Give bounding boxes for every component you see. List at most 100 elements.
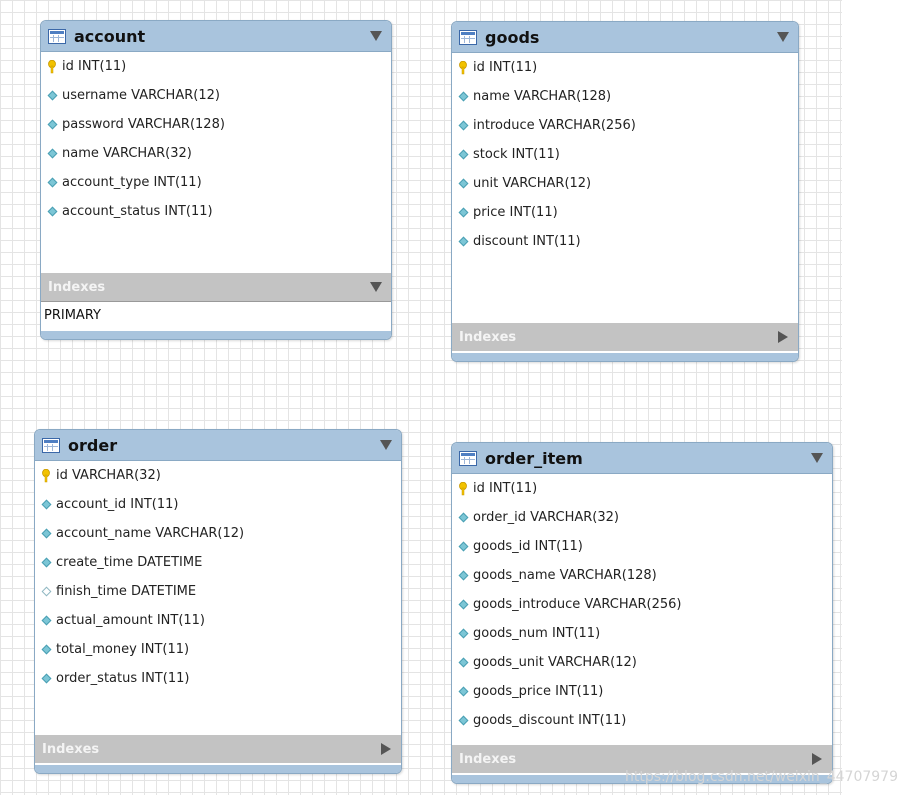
column-diamond-icon [458, 541, 468, 552]
column-diamond-icon [47, 90, 57, 101]
column-diamond-icon [458, 91, 468, 102]
column-label: account_id INT(11) [56, 497, 179, 512]
column-label: stock INT(11) [473, 147, 560, 162]
column-label: goods_price INT(11) [473, 684, 604, 699]
column-row[interactable]: stock INT(11) [452, 140, 798, 169]
table-title: goods [485, 27, 540, 47]
column-diamond-icon [47, 206, 57, 217]
column-diamond-icon [458, 120, 468, 131]
column-label: username VARCHAR(12) [62, 88, 220, 103]
column-row[interactable]: goods_discount INT(11) [452, 706, 832, 735]
column-label: introduce VARCHAR(256) [473, 118, 636, 133]
column-label: account_status INT(11) [62, 204, 213, 219]
collapse-arrow-icon[interactable] [777, 32, 789, 42]
expand-arrow-icon[interactable] [381, 743, 391, 755]
column-row[interactable]: account_name VARCHAR(12) [35, 519, 401, 548]
table-title: order_item [485, 448, 583, 468]
column-label: account_type INT(11) [62, 175, 202, 190]
column-diamond-icon [458, 207, 468, 218]
collapse-arrow-icon[interactable] [380, 440, 392, 450]
column-diamond-icon [458, 236, 468, 247]
table-order-item[interactable]: order_item id INT(11) order_id VARCHAR(32… [451, 442, 833, 784]
index-name: PRIMARY [44, 308, 101, 323]
column-row[interactable]: price INT(11) [452, 198, 798, 227]
primary-key-icon [458, 481, 468, 496]
collapse-arrow-icon[interactable] [370, 282, 382, 292]
index-item: PRIMARY [41, 301, 391, 329]
indexes-label: Indexes [459, 751, 517, 767]
column-label: goods_discount INT(11) [473, 713, 627, 728]
column-diamond-icon [41, 673, 51, 684]
column-label: goods_introduce VARCHAR(256) [473, 597, 682, 612]
table-header[interactable]: goods [452, 22, 798, 53]
column-row[interactable]: goods_introduce VARCHAR(256) [452, 590, 832, 619]
table-icon [48, 28, 66, 44]
column-label: actual_amount INT(11) [56, 613, 206, 628]
table-goods[interactable]: goods id INT(11) name VARCHAR(128) introdu… [451, 21, 799, 362]
indexes-header[interactable]: Indexes [452, 323, 798, 351]
column-row[interactable]: unit VARCHAR(12) [452, 169, 798, 198]
column-row[interactable]: total_money INT(11) [35, 635, 401, 664]
indexes-label: Indexes [42, 741, 100, 757]
column-list: id VARCHAR(32) account_id INT(11) account_… [35, 461, 401, 693]
column-row[interactable]: id INT(11) [452, 474, 832, 503]
expand-arrow-icon[interactable] [778, 331, 788, 343]
primary-key-icon [47, 59, 57, 74]
collapse-arrow-icon[interactable] [811, 453, 823, 463]
table-header[interactable]: order [35, 430, 401, 461]
column-diamond-icon [41, 644, 51, 655]
column-label: finish_time DATETIME [56, 584, 197, 599]
column-diamond-icon [458, 570, 468, 581]
column-row[interactable]: goods_unit VARCHAR(12) [452, 648, 832, 677]
column-label: name VARCHAR(32) [62, 146, 192, 161]
column-row[interactable]: order_status INT(11) [35, 664, 401, 693]
column-row[interactable]: goods_price INT(11) [452, 677, 832, 706]
column-row[interactable]: order_id VARCHAR(32) [452, 503, 832, 532]
column-row[interactable]: actual_amount INT(11) [35, 606, 401, 635]
table-title: account [74, 26, 146, 46]
column-label: price INT(11) [473, 205, 558, 220]
table-header[interactable]: order_item [452, 443, 832, 474]
column-row[interactable]: account_type INT(11) [41, 168, 391, 197]
column-diamond-icon [41, 615, 51, 626]
table-header[interactable]: account [41, 21, 391, 52]
column-row[interactable]: name VARCHAR(128) [452, 82, 798, 111]
table-title: order [68, 435, 118, 455]
canvas-margin [842, 0, 908, 795]
column-row[interactable]: account_id INT(11) [35, 490, 401, 519]
watermark: https://blog.csdn.net/weixin_44707979 [624, 769, 898, 785]
column-diamond-icon [458, 657, 468, 668]
column-label: id INT(11) [62, 59, 127, 74]
column-row[interactable]: id INT(11) [452, 53, 798, 82]
column-row[interactable]: finish_time DATETIME [35, 577, 401, 606]
column-row[interactable]: goods_num INT(11) [452, 619, 832, 648]
column-label: order_id VARCHAR(32) [473, 510, 619, 525]
column-row[interactable]: goods_name VARCHAR(128) [452, 561, 832, 590]
table-icon [459, 450, 477, 466]
column-diamond-icon [47, 119, 57, 130]
column-row[interactable]: introduce VARCHAR(256) [452, 111, 798, 140]
column-row[interactable]: discount INT(11) [452, 227, 798, 256]
column-label: goods_unit VARCHAR(12) [473, 655, 637, 670]
column-label: account_name VARCHAR(12) [56, 526, 245, 541]
column-row[interactable]: id VARCHAR(32) [35, 461, 401, 490]
column-row[interactable]: account_status INT(11) [41, 197, 391, 226]
column-label: password VARCHAR(128) [62, 117, 225, 132]
column-row[interactable]: username VARCHAR(12) [41, 81, 391, 110]
expand-arrow-icon[interactable] [812, 753, 822, 765]
column-row[interactable]: goods_id INT(11) [452, 532, 832, 561]
indexes-header[interactable]: Indexes [35, 735, 401, 763]
column-row[interactable]: name VARCHAR(32) [41, 139, 391, 168]
table-order[interactable]: order id VARCHAR(32) account_id INT(11) ac… [34, 429, 402, 774]
column-label: goods_num INT(11) [473, 626, 601, 641]
table-icon [42, 437, 60, 453]
indexes-header[interactable]: Indexes [41, 273, 391, 301]
column-list: id INT(11) order_id VARCHAR(32) goods_id I… [452, 474, 832, 735]
column-label: goods_id INT(11) [473, 539, 583, 554]
collapse-arrow-icon[interactable] [370, 31, 382, 41]
table-account[interactable]: account id INT(11) username VARCHAR(12) pa… [40, 20, 392, 340]
column-row[interactable]: password VARCHAR(128) [41, 110, 391, 139]
column-label: create_time DATETIME [56, 555, 203, 570]
column-row[interactable]: id INT(11) [41, 52, 391, 81]
column-row[interactable]: create_time DATETIME [35, 548, 401, 577]
